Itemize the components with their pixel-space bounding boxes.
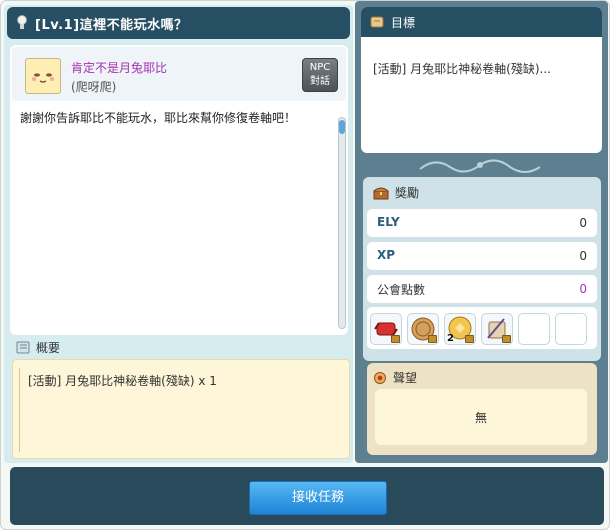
scroll-icon (370, 16, 384, 28)
lock-icon (502, 335, 511, 343)
fame-label: 聲望 (393, 371, 418, 385)
laurel-badge-icon (374, 371, 386, 384)
npc-talk-button[interactable]: NPC 對話 (302, 58, 338, 92)
lock-icon (465, 335, 474, 343)
reward-row-guild: 公會點數 0 (367, 275, 597, 303)
summary-label: 概要 (36, 341, 61, 355)
lock-icon (428, 335, 437, 343)
lightbulb-icon (17, 15, 27, 29)
rabbit-face-icon (32, 73, 54, 83)
npc-subtitle: (爬呀爬) (71, 80, 117, 94)
reward-ely-value: 0 (579, 216, 587, 230)
npc-talk-label-1: NPC (309, 62, 331, 73)
summary-header: 概要 (16, 339, 60, 356)
reward-xp-value: 0 (579, 249, 587, 263)
action-bar: 接收任務 (10, 467, 604, 525)
quest-side-panel: 目標 [活動] 月兔耶比神秘卷軸(殘缺)... 獎勵 ELY 0 XP 0 公會… (355, 1, 608, 463)
summary-divider (19, 368, 20, 452)
summary-box: [活動] 月兔耶比神秘卷軸(殘缺) x 1 (12, 359, 350, 459)
reward-item-slot-empty[interactable] (555, 313, 587, 345)
npc-header: 肯定不是月兔耶比 (爬呀爬) NPC 對話 (12, 47, 346, 101)
goal-label: 目標 (391, 15, 416, 30)
reward-xp-label: XP (377, 248, 396, 262)
reward-guild-value: 0 (579, 282, 587, 296)
goal-header: 目標 (361, 7, 602, 37)
accept-quest-button[interactable]: 接收任務 (249, 481, 387, 515)
reward-guild-label: 公會點數 (377, 283, 426, 297)
reward-panel: 獎勵 ELY 0 XP 0 公會點數 0 2 (363, 177, 601, 361)
dialogue-scrollbar[interactable] (338, 117, 346, 329)
npc-dialogue-card: 肯定不是月兔耶比 (爬呀爬) NPC 對話 謝謝你告訴耶比不能玩水，耶比來幫你修… (10, 45, 348, 335)
notebook-icon (16, 341, 30, 354)
goal-item[interactable]: [活動] 月兔耶比神秘卷軸(殘缺)... (373, 60, 551, 77)
treasure-chest-icon (373, 187, 389, 199)
reward-header: 獎勵 (373, 184, 419, 201)
reward-label: 獎勵 (395, 186, 420, 200)
reward-row-ely: ELY 0 (367, 209, 597, 237)
reward-items: 2 (367, 307, 597, 349)
fame-value: 無 (474, 411, 487, 425)
fame-header: 聲望 (373, 369, 417, 386)
wave-ornament (419, 159, 541, 173)
fame-box: 無 (375, 389, 587, 445)
lock-icon (391, 335, 400, 343)
npc-avatar (25, 58, 61, 94)
reward-item-slot[interactable] (481, 313, 513, 345)
scroll-thumb[interactable] (339, 120, 345, 134)
reward-item-slot[interactable]: 2 (444, 313, 476, 345)
reward-item-slot[interactable] (407, 313, 439, 345)
npc-dialogue-text: 謝謝你告訴耶比不能玩水，耶比來幫你修復卷軸吧！ (20, 111, 297, 125)
quest-window: [Lv.1]這裡不能玩水嗎？ 肯定不是月兔耶比 (爬呀爬) NPC 對話 謝謝你… (0, 0, 610, 530)
summary-text: [活動] 月兔耶比神秘卷軸(殘缺) x 1 (28, 374, 217, 388)
quest-title: [Lv.1]這裡不能玩水嗎？ (35, 17, 188, 33)
npc-talk-label-2: 對話 (310, 76, 330, 87)
quest-title-bar: [Lv.1]這裡不能玩水嗎？ (7, 7, 350, 39)
reward-ely-label: ELY (377, 215, 400, 229)
reward-item-slot-empty[interactable] (518, 313, 550, 345)
goal-card: 目標 [活動] 月兔耶比神秘卷軸(殘缺)... (361, 7, 602, 153)
quest-detail-panel: [Lv.1]這裡不能玩水嗎？ 肯定不是月兔耶比 (爬呀爬) NPC 對話 謝謝你… (4, 5, 353, 463)
fame-panel: 聲望 無 (367, 363, 597, 455)
reward-item-slot[interactable] (370, 313, 402, 345)
item-count: 2 (447, 333, 454, 344)
reward-row-xp: XP 0 (367, 242, 597, 270)
npc-name: 肯定不是月兔耶比 (71, 61, 168, 75)
